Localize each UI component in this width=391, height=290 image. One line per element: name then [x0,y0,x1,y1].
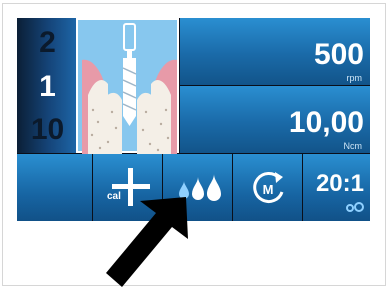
torque-panel[interactable]: 10,00 Ncm [180,86,370,153]
speed-panel[interactable]: 500 rpm [180,18,370,85]
drill-illustration [76,18,179,155]
motor-rotation-icon: M [253,172,284,203]
empty-button[interactable] [17,154,93,221]
device-screen: 2 1 10 500 rpm 10,00 Ncm cal M 20:1 [17,18,370,221]
torque-value: 10,00 [288,106,364,139]
ratio-button[interactable]: 20:1 [303,154,370,221]
program-number-top[interactable]: 2 [25,28,70,58]
program-selector[interactable]: 2 1 10 [17,18,76,153]
settings-gears-icon [346,202,364,212]
pointer-arrow-icon [106,197,188,287]
program-number-active[interactable]: 1 [25,72,70,102]
motor-direction-button[interactable]: M [233,154,303,221]
program-number-bottom[interactable]: 10 [25,115,70,145]
drill-in-bone-icon [82,23,177,155]
svg-text:M: M [263,182,274,197]
torque-unit: Ncm [343,141,363,151]
speed-value: 500 [313,38,364,71]
speed-unit: rpm [346,73,363,83]
